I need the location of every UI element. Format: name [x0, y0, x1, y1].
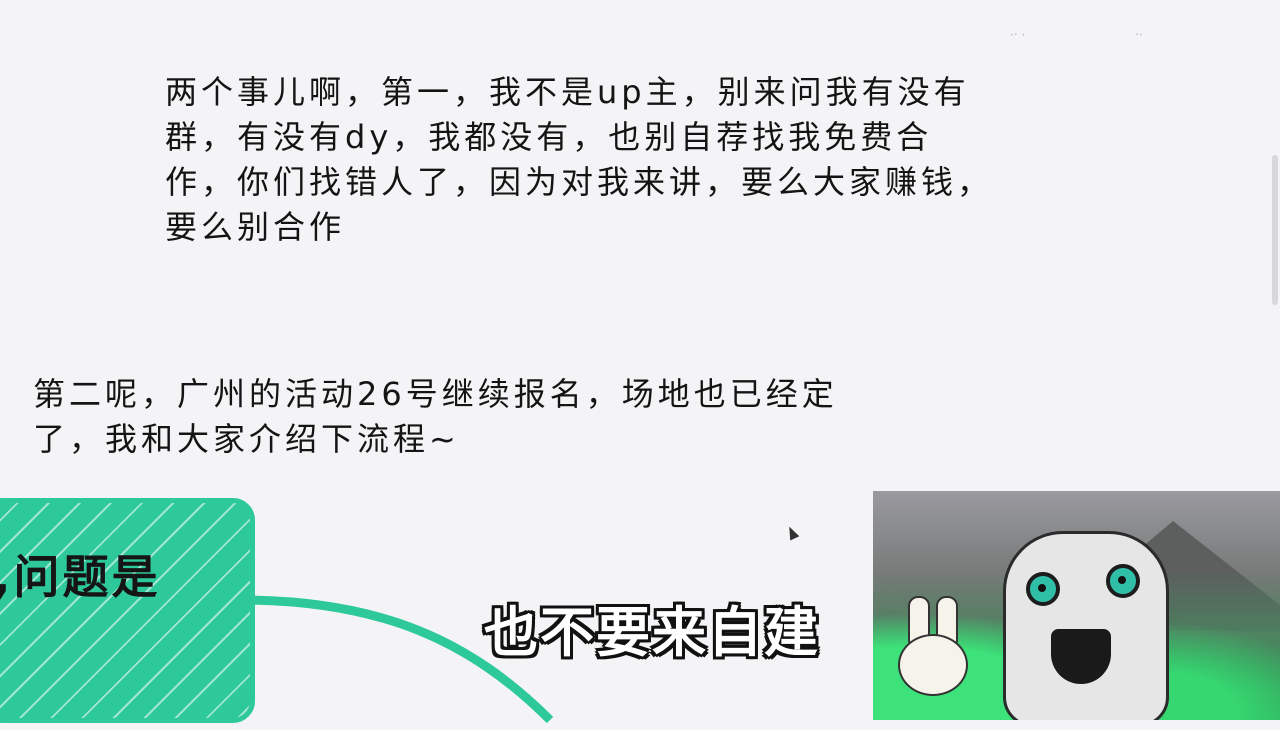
- top-edge-marks: ·‧ ·: [1010, 28, 1026, 42]
- note-line: 作，你们找错人了，因为对我来讲，要么大家赚钱，: [165, 163, 994, 201]
- note-line: 两个事儿啊，第一，我不是up主，别来问我有没有: [165, 73, 970, 111]
- character-eye-left: [1026, 572, 1060, 606]
- video-overlay: [873, 491, 1280, 720]
- character-mouth: [1051, 629, 1111, 684]
- topic-card-label: ,问题是: [0, 550, 161, 604]
- note-paragraph-first: 两个事儿啊，第一，我不是up主，别来问我有没有 群，有没有dy，我都没有，也别自…: [165, 70, 1005, 250]
- topic-card: ,问题是: [0, 498, 255, 723]
- bunny-mascot: [898, 596, 968, 706]
- note-paragraph-second: 第二呢，广州的活动26号继续报名，场地也已经定 了，我和大家介绍下流程~: [33, 372, 853, 462]
- note-line: 要么别合作: [165, 208, 346, 246]
- note-line: 了，我和大家介绍下流程~: [33, 420, 460, 458]
- character-eye-right: [1106, 564, 1140, 598]
- bunny-head: [898, 634, 968, 696]
- mouse-pointer-icon: [784, 524, 800, 541]
- cartoon-character: [1003, 531, 1169, 720]
- top-edge-marks-right: ‧·: [1135, 28, 1143, 42]
- note-line: 第二呢，广州的活动26号继续报名，场地也已经定: [33, 375, 838, 413]
- video-subtitle: 也不要来自建: [484, 601, 820, 664]
- note-line: 群，有没有dy，我都没有，也别自荐找我免费合: [165, 118, 933, 156]
- vertical-scrollbar[interactable]: [1272, 155, 1278, 305]
